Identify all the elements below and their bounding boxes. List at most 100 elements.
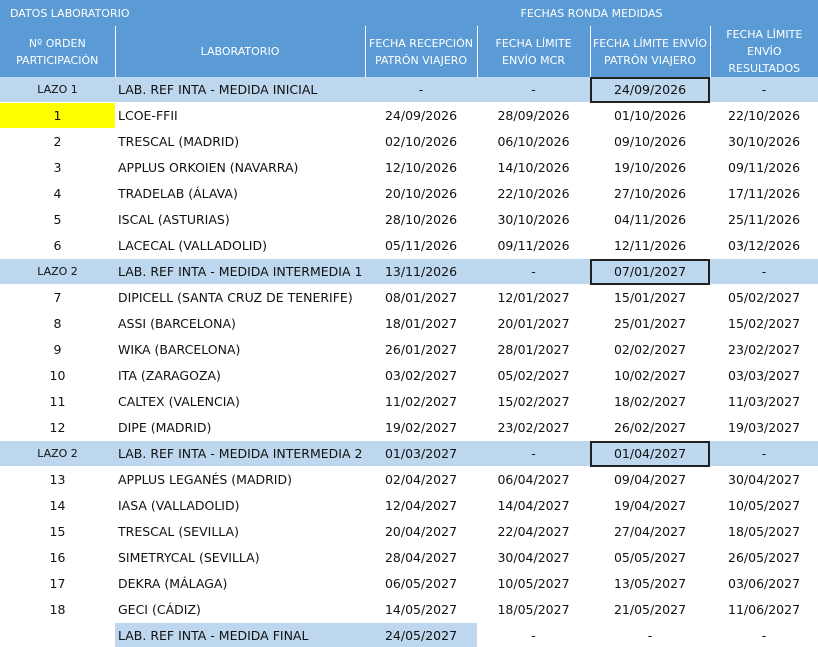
cell-fecha-recepcion: 20/10/2026 xyxy=(365,181,477,207)
cell-fecha-resultados: 22/10/2026 xyxy=(710,103,818,129)
cell-fecha-envio-patron: 04/11/2026 xyxy=(590,207,710,233)
cell-fecha-mcr: 28/01/2027 xyxy=(477,337,590,363)
cell-fecha-resultados: 11/06/2027 xyxy=(710,597,818,623)
cell-fecha-envio-patron: 05/05/2027 xyxy=(590,545,710,571)
table-row: 18GECI (CÁDIZ)14/05/202718/05/202721/05/… xyxy=(0,597,818,623)
cell-orden: 13 xyxy=(0,467,115,493)
column-header-row: Nº ORDEN PARTICIPACIÓN LABORATORIO FECHA… xyxy=(0,26,818,77)
cell-orden: 15 xyxy=(0,519,115,545)
cell-orden: 11 xyxy=(0,389,115,415)
table-row: 11CALTEX (VALENCIA)11/02/202715/02/20271… xyxy=(0,389,818,415)
cell-fecha-resultados: 03/12/2026 xyxy=(710,233,818,259)
cell-laboratorio: APPLUS ORKOIEN (NAVARRA) xyxy=(115,155,365,181)
cell-fecha-mcr: - xyxy=(477,441,590,467)
cell-laboratorio: LAB. REF INTA - MEDIDA INTERMEDIA 1 xyxy=(115,259,365,285)
cell-fecha-recepcion: 02/04/2027 xyxy=(365,467,477,493)
cell-orden: 2 xyxy=(0,129,115,155)
cell-fecha-mcr: - xyxy=(477,259,590,285)
cell-fecha-envio-patron: - xyxy=(590,623,710,647)
cell-fecha-resultados: - xyxy=(710,623,818,647)
cell-fecha-resultados: 03/06/2027 xyxy=(710,571,818,597)
cell-fecha-mcr: 30/10/2026 xyxy=(477,207,590,233)
cell-fecha-envio-patron: 25/01/2027 xyxy=(590,311,710,337)
cell-fecha-recepcion: 11/02/2027 xyxy=(365,389,477,415)
cell-orden: 3 xyxy=(0,155,115,181)
cell-laboratorio: CALTEX (VALENCIA) xyxy=(115,389,365,415)
cell-fecha-envio-patron: 07/01/2027 xyxy=(590,259,710,285)
group-header-fechas-ronda: FECHAS RONDA MEDIDAS xyxy=(365,0,818,26)
cell-laboratorio: WIKA (BARCELONA) xyxy=(115,337,365,363)
cell-fecha-resultados: 11/03/2027 xyxy=(710,389,818,415)
cell-fecha-recepcion: 12/10/2026 xyxy=(365,155,477,181)
reference-row: LAZO 2LAB. REF INTA - MEDIDA INTERMEDIA … xyxy=(0,259,818,285)
cell-fecha-envio-patron: 10/02/2027 xyxy=(590,363,710,389)
reference-row: LAZO 1LAB. REF INTA - MEDIDA INICIAL--24… xyxy=(0,77,818,103)
cell-fecha-resultados: 10/05/2027 xyxy=(710,493,818,519)
cell-orden: LAZO 2 xyxy=(0,259,115,285)
cell-fecha-envio-patron: 27/04/2027 xyxy=(590,519,710,545)
cell-fecha-recepcion: 19/02/2027 xyxy=(365,415,477,441)
cell-fecha-mcr: 28/09/2026 xyxy=(477,103,590,129)
cell-orden: LAZO 2 xyxy=(0,441,115,467)
cell-orden xyxy=(0,623,115,647)
cell-fecha-envio-patron: 19/10/2026 xyxy=(590,155,710,181)
column-header-laboratorio: LABORATORIO xyxy=(115,26,365,77)
cell-fecha-recepcion: 05/11/2026 xyxy=(365,233,477,259)
cell-orden: 6 xyxy=(0,233,115,259)
column-header-mcr: FECHA LÍMITE ENVÍO MCR xyxy=(477,26,590,77)
cell-fecha-recepcion: 24/09/2026 xyxy=(365,103,477,129)
cell-laboratorio: DEKRA (MÁLAGA) xyxy=(115,571,365,597)
cell-fecha-mcr: 22/10/2026 xyxy=(477,181,590,207)
cell-fecha-mcr: 14/10/2026 xyxy=(477,155,590,181)
cell-orden: 12 xyxy=(0,415,115,441)
group-header-datos-laboratorio: DATOS LABORATORIO xyxy=(0,0,365,26)
cell-orden: LAZO 1 xyxy=(0,77,115,103)
cell-fecha-resultados: 19/03/2027 xyxy=(710,415,818,441)
cell-fecha-envio-patron: 01/04/2027 xyxy=(590,441,710,467)
table-row: 17DEKRA (MÁLAGA)06/05/202710/05/202713/0… xyxy=(0,571,818,597)
cell-fecha-recepcion: 18/01/2027 xyxy=(365,311,477,337)
cell-orden: 7 xyxy=(0,285,115,311)
cell-fecha-mcr: 20/01/2027 xyxy=(477,311,590,337)
cell-fecha-mcr: 05/02/2027 xyxy=(477,363,590,389)
cell-fecha-resultados: - xyxy=(710,259,818,285)
cell-fecha-envio-patron: 01/10/2026 xyxy=(590,103,710,129)
cell-orden: 18 xyxy=(0,597,115,623)
cell-fecha-envio-patron: 19/04/2027 xyxy=(590,493,710,519)
cell-laboratorio: DIPE (MADRID) xyxy=(115,415,365,441)
cell-fecha-envio-patron: 02/02/2027 xyxy=(590,337,710,363)
column-header-envio-patron: FECHA LÍMITE ENVÍO PATRÓN VIAJERO xyxy=(590,26,710,77)
cell-fecha-resultados: 17/11/2026 xyxy=(710,181,818,207)
cell-fecha-envio-patron: 15/01/2027 xyxy=(590,285,710,311)
cell-fecha-mcr: 12/01/2027 xyxy=(477,285,590,311)
cell-laboratorio: IASA (VALLADOLID) xyxy=(115,493,365,519)
cell-fecha-mcr: - xyxy=(477,77,590,103)
cell-fecha-resultados: 09/11/2026 xyxy=(710,155,818,181)
cell-fecha-recepcion: 28/04/2027 xyxy=(365,545,477,571)
cell-fecha-mcr: 09/11/2026 xyxy=(477,233,590,259)
table-row: 6LACECAL (VALLADOLID)05/11/202609/11/202… xyxy=(0,233,818,259)
cell-fecha-recepcion: 28/10/2026 xyxy=(365,207,477,233)
cell-fecha-recepcion: 13/11/2026 xyxy=(365,259,477,285)
cell-orden: 4 xyxy=(0,181,115,207)
cell-laboratorio: ITA (ZARAGOZA) xyxy=(115,363,365,389)
table-row: 16SIMETRYCAL (SEVILLA)28/04/202730/04/20… xyxy=(0,545,818,571)
cell-fecha-resultados: 30/04/2027 xyxy=(710,467,818,493)
table-row: 9WIKA (BARCELONA)26/01/202728/01/202702/… xyxy=(0,337,818,363)
cell-laboratorio: LCOE-FFII xyxy=(115,103,365,129)
cell-fecha-recepcion: 20/04/2027 xyxy=(365,519,477,545)
cell-laboratorio: TRADELAB (ÁLAVA) xyxy=(115,181,365,207)
cell-fecha-recepcion: 03/02/2027 xyxy=(365,363,477,389)
table-row: 14IASA (VALLADOLID)12/04/202714/04/20271… xyxy=(0,493,818,519)
table-row: 2TRESCAL (MADRID)02/10/202606/10/202609/… xyxy=(0,129,818,155)
cell-laboratorio: APPLUS LEGANÉS (MADRID) xyxy=(115,467,365,493)
cell-orden: 1 xyxy=(0,103,115,129)
table-row: 12DIPE (MADRID)19/02/202723/02/202726/02… xyxy=(0,415,818,441)
table-row: 15TRESCAL (SEVILLA)20/04/202722/04/20272… xyxy=(0,519,818,545)
cell-fecha-envio-patron: 12/11/2026 xyxy=(590,233,710,259)
cell-fecha-resultados: 05/02/2027 xyxy=(710,285,818,311)
cell-laboratorio: LACECAL (VALLADOLID) xyxy=(115,233,365,259)
cell-fecha-resultados: - xyxy=(710,77,818,103)
cell-orden: 17 xyxy=(0,571,115,597)
cell-laboratorio: TRESCAL (SEVILLA) xyxy=(115,519,365,545)
